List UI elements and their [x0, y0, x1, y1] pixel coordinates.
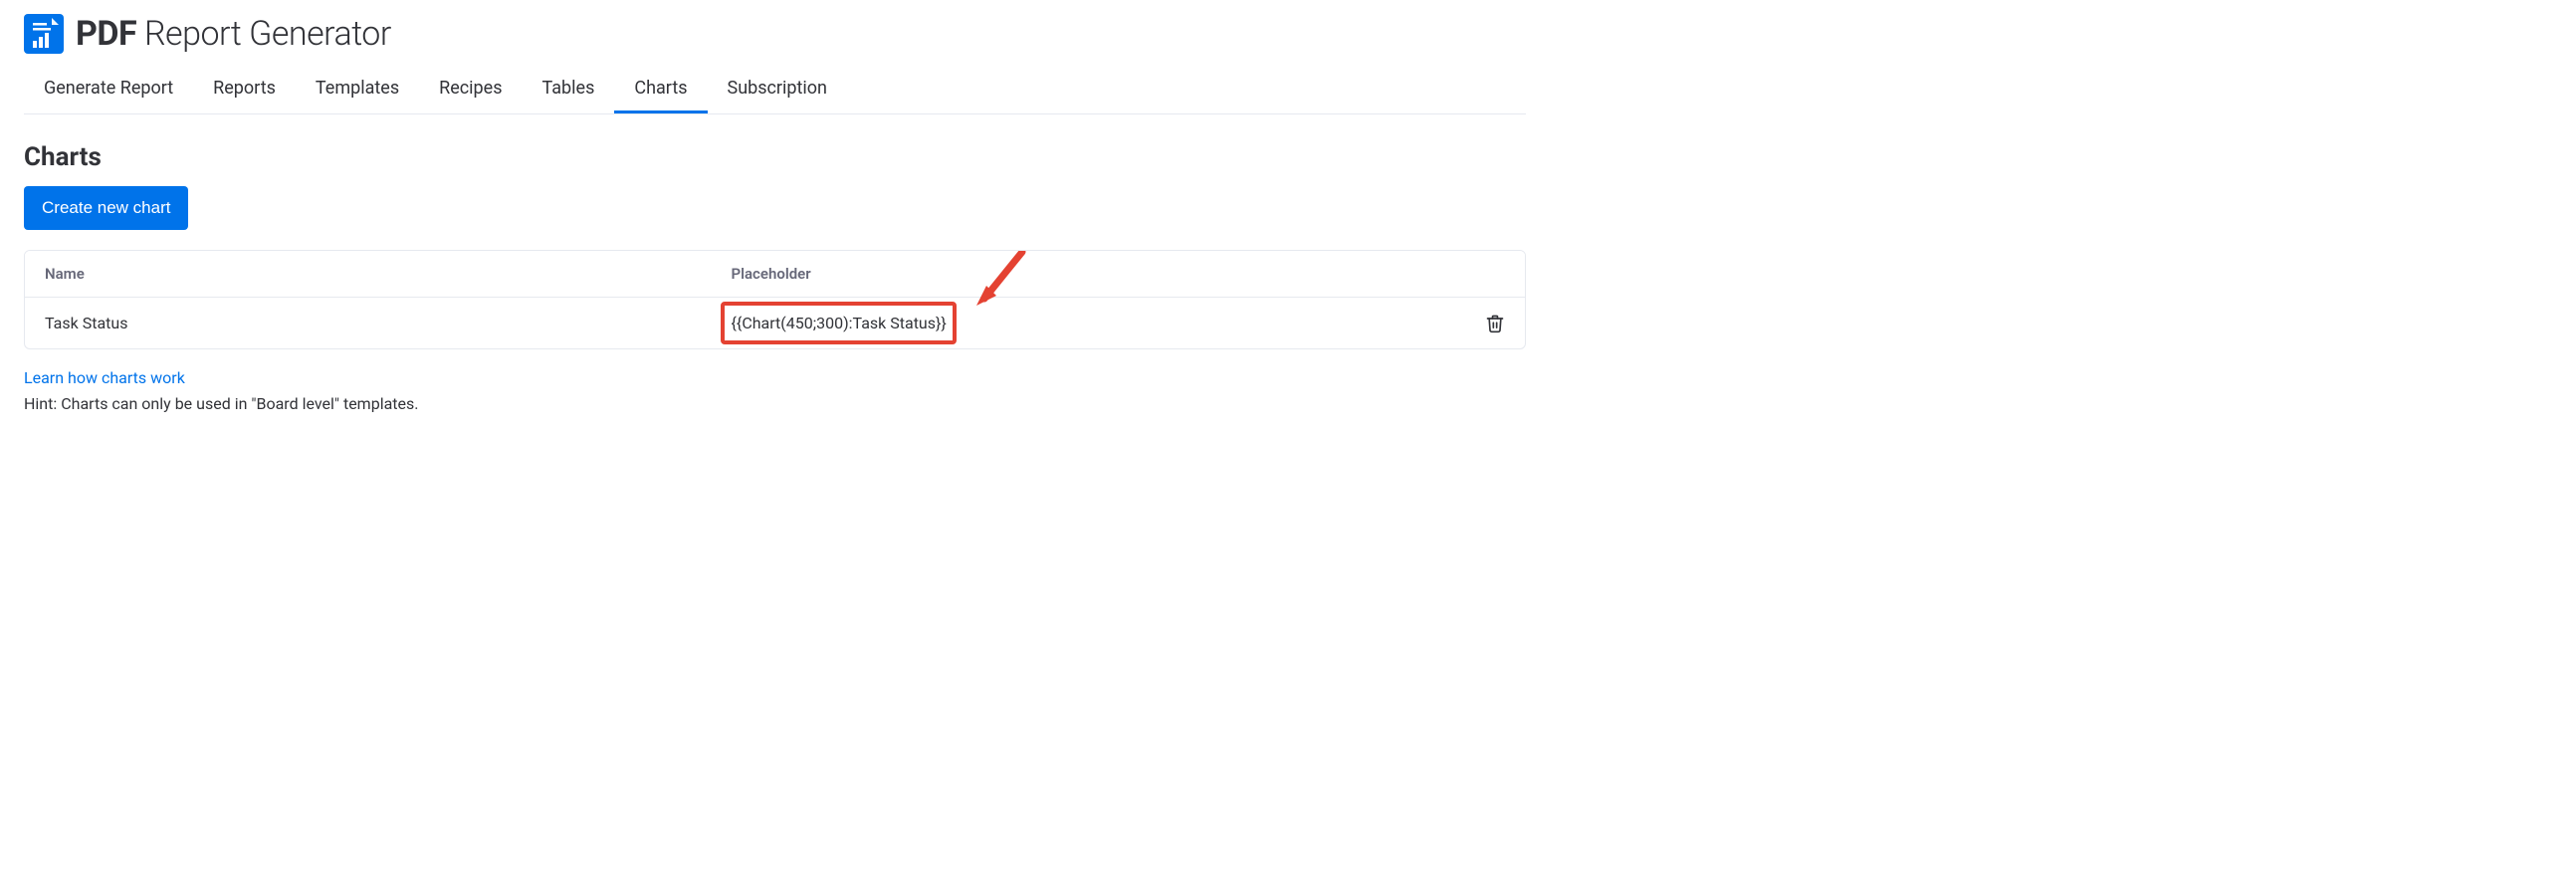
charts-table: Name Placeholder Task Status {{Chart(450…	[24, 250, 1526, 349]
page-title: Charts	[24, 142, 1526, 172]
create-new-chart-button[interactable]: Create new chart	[24, 186, 188, 230]
chart-name-cell: Task Status	[45, 314, 731, 332]
app-logo-icon	[24, 14, 64, 54]
tab-generate-report[interactable]: Generate Report	[24, 66, 193, 113]
learn-how-charts-work-link[interactable]: Learn how charts work	[24, 368, 185, 387]
tab-reports[interactable]: Reports	[193, 66, 296, 113]
trash-icon[interactable]	[1485, 314, 1505, 333]
tab-recipes[interactable]: Recipes	[419, 66, 522, 113]
tab-subscription[interactable]: Subscription	[708, 66, 848, 113]
chart-placeholder-cell: {{Chart(450;300):Task Status}}	[731, 312, 1465, 334]
tab-bar: Generate Report Reports Templates Recipe…	[24, 66, 1526, 114]
footer: Learn how charts work Hint: Charts can o…	[24, 365, 1526, 416]
app-header: PDF Report Generator	[24, 14, 1526, 54]
column-header-name: Name	[45, 265, 731, 283]
app-title: PDF Report Generator	[76, 14, 391, 54]
table-header: Name Placeholder	[25, 251, 1525, 298]
tab-tables[interactable]: Tables	[523, 66, 615, 113]
tab-charts[interactable]: Charts	[614, 66, 707, 113]
app-title-bold: PDF	[76, 14, 136, 54]
column-header-placeholder: Placeholder	[731, 265, 1465, 283]
table-row[interactable]: Task Status {{Chart(450;300):Task Status…	[25, 298, 1525, 348]
app-title-light: Report Generator	[136, 14, 391, 54]
placeholder-value: {{Chart(450;300):Task Status}}	[731, 314, 946, 332]
hint-text: Hint: Charts can only be used in "Board …	[24, 394, 418, 413]
tab-templates[interactable]: Templates	[296, 66, 419, 113]
highlight-annotation: {{Chart(450;300):Task Status}}	[721, 302, 956, 344]
